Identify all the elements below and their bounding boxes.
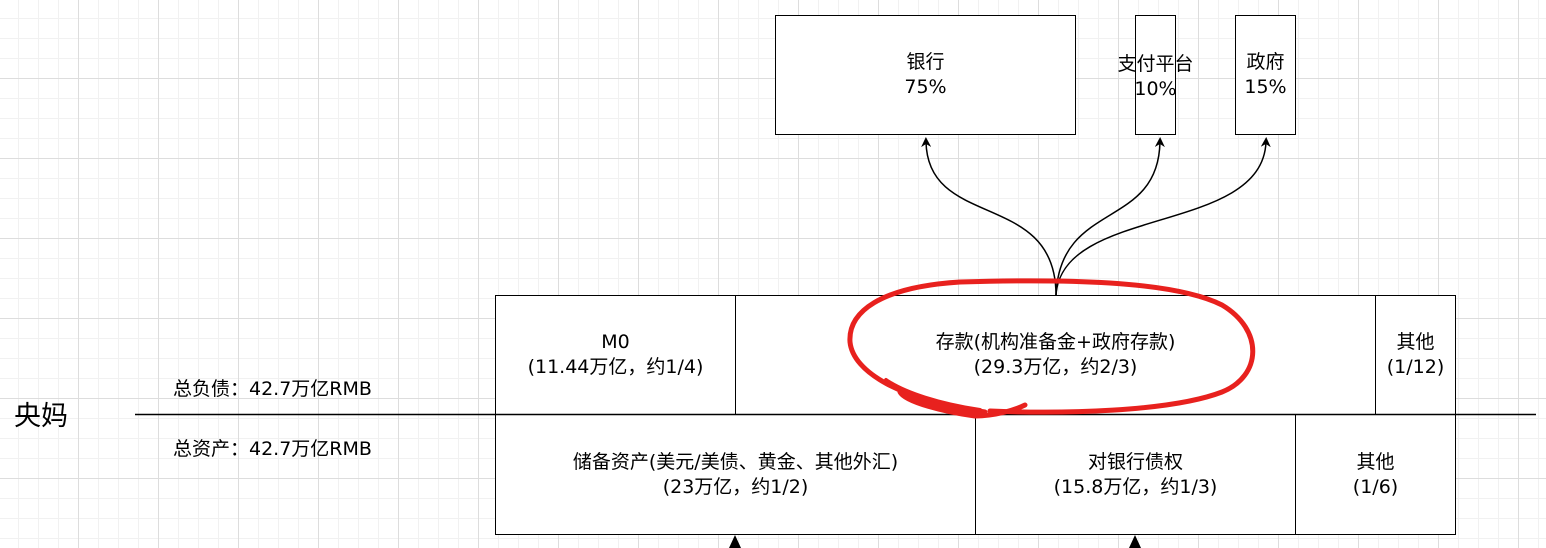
bank-claims-asset-value: (15.8万亿，约1/3) — [1053, 475, 1218, 498]
curve-to-government-arrow[interactable] — [1055, 137, 1271, 296]
reserve-assets-bottom-arrow — [729, 535, 741, 548]
other-asset-value: (1/6) — [1352, 475, 1399, 498]
other-asset-text: 其他 (1/6) — [1353, 450, 1398, 500]
other-liability-box[interactable]: 其他 (1/12) — [1375, 295, 1456, 415]
diagram-canvas: 银行 75% 支付平台 10% 政府 15% M0 (11.44万亿，约1/4)… — [0, 0, 1546, 548]
deposits-liability-name: 存款(机构准备金+政府存款) — [935, 331, 1176, 353]
bank-holder-share: 75% — [904, 76, 947, 98]
m0-liability-text: M0 (11.44万亿，约1/4) — [528, 330, 704, 380]
reserve-assets-box[interactable]: 储备资产(美元/美债、黄金、其他外汇) (23万亿，约1/2) — [495, 414, 976, 535]
bank-claims-asset-text: 对银行债权 (15.8万亿，约1/3) — [1054, 450, 1218, 500]
curve-to-payment-platform-arrow[interactable] — [1055, 137, 1165, 296]
bank-claims-bottom-arrow — [1129, 535, 1141, 548]
m0-liability-name: M0 — [601, 331, 630, 353]
payment-platform-holder-name: 支付平台 — [1117, 53, 1194, 75]
curve-to-bank-arrow[interactable] — [921, 137, 1057, 296]
government-holder-share: 15% — [1244, 76, 1287, 98]
government-holder-name: 政府 — [1246, 51, 1285, 73]
payment-platform-holder-share: 10% — [1134, 78, 1177, 100]
m0-liability-box[interactable]: M0 (11.44万亿，约1/4) — [495, 295, 736, 415]
total-assets-label: 总资产：42.7万亿RMB — [173, 438, 372, 460]
reserve-assets-name: 储备资产(美元/美债、黄金、其他外汇) — [572, 450, 899, 473]
deposits-liability-box[interactable]: 存款(机构准备金+政府存款) (29.3万亿，约2/3) — [735, 295, 1376, 415]
bank-holder-box[interactable]: 银行 75% — [775, 15, 1076, 135]
bank-holder-text: 银行 75% — [904, 50, 946, 100]
other-asset-name: 其他 — [1356, 450, 1395, 473]
other-liability-text: 其他 (1/12) — [1387, 330, 1445, 380]
central-bank-label: 央妈 — [14, 401, 68, 432]
bank-claims-asset-name: 对银行债权 — [1087, 450, 1183, 473]
other-liability-value: (1/12) — [1386, 356, 1445, 378]
payment-platform-holder-box[interactable]: 支付平台 10% — [1117, 15, 1194, 135]
other-liability-name: 其他 — [1396, 331, 1435, 353]
deposits-liability-value: (29.3万亿，约2/3) — [973, 356, 1138, 378]
other-asset-box[interactable]: 其他 (1/6) — [1295, 414, 1456, 535]
reserve-assets-value: (23万亿，约1/2) — [662, 475, 809, 498]
reserve-assets-text: 储备资产(美元/美债、黄金、其他外汇) (23万亿，约1/2) — [573, 450, 898, 500]
total-liabilities-label: 总负债：42.7万亿RMB — [173, 378, 372, 400]
government-holder-text: 政府 15% — [1244, 50, 1286, 100]
deposits-liability-text: 存款(机构准备金+政府存款) (29.3万亿，约2/3) — [936, 330, 1176, 380]
payment-platform-holder-text: 支付平台 10% — [1117, 52, 1193, 102]
bank-holder-name: 银行 — [906, 51, 945, 73]
bank-claims-asset-box[interactable]: 对银行债权 (15.8万亿，约1/3) — [975, 414, 1296, 535]
government-holder-box[interactable]: 政府 15% — [1235, 15, 1296, 135]
m0-liability-value: (11.44万亿，约1/4) — [527, 356, 704, 378]
